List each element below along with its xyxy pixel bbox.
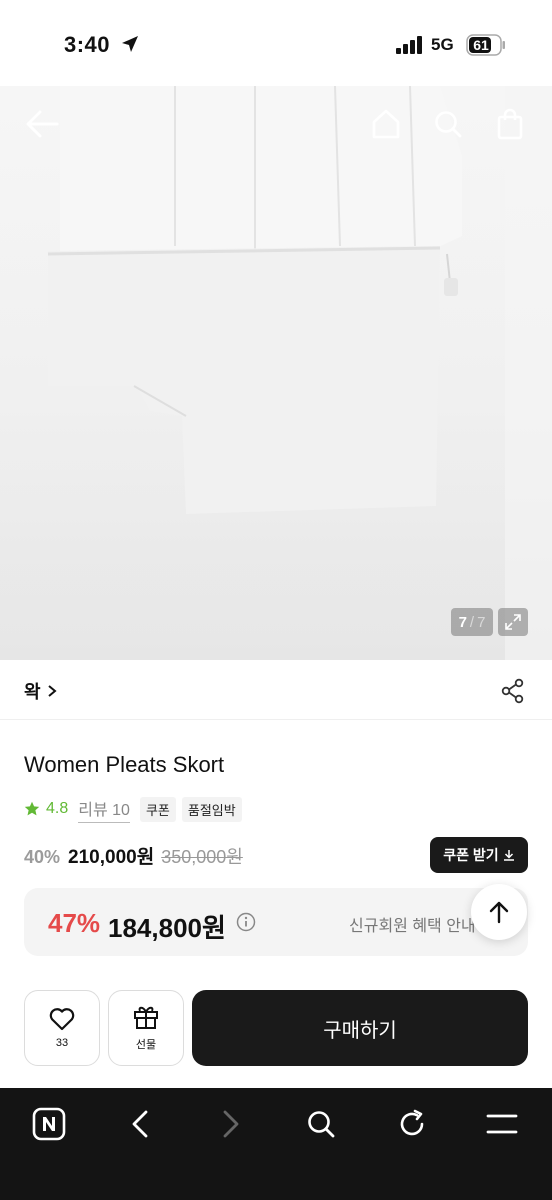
browser-back-button[interactable] xyxy=(118,1102,162,1146)
arrow-up-icon xyxy=(489,901,509,924)
brand-link[interactable]: 왁 xyxy=(24,678,57,704)
battery-icon: 61 xyxy=(466,34,506,56)
new-member-benefit-link[interactable]: 신규회원 혜택 안내 xyxy=(349,912,476,936)
member-benefit-box[interactable]: 47% 184,800원 신규회원 혜택 안내 xyxy=(24,888,528,956)
like-count: 33 xyxy=(55,1037,69,1049)
image-separator: / xyxy=(469,613,475,631)
original-price: 350,000원 xyxy=(161,847,243,867)
rating-value: 4.8 xyxy=(46,800,69,817)
discount-rate: 40% xyxy=(24,847,61,867)
product-title: Women Pleats Skort xyxy=(24,752,225,777)
coupon-button-label: 쿠폰 받기 xyxy=(443,847,499,863)
browser-toolbar xyxy=(0,1088,552,1200)
brand-name: 왁 xyxy=(24,682,41,702)
price-row: 40% 210,000원 350,000원 xyxy=(24,842,243,870)
back-arrow-icon xyxy=(26,110,59,138)
search-button[interactable] xyxy=(428,104,468,144)
like-button[interactable]: 33 xyxy=(24,990,100,1066)
refresh-button[interactable] xyxy=(390,1102,434,1146)
location-arrow-icon xyxy=(122,36,138,52)
image-index: 7 xyxy=(458,613,467,631)
expand-image-button[interactable] xyxy=(498,608,528,636)
sale-price: 210,000원 xyxy=(68,847,155,868)
product-image[interactable]: 7 / 7 xyxy=(0,86,552,660)
status-bar: 3:40 5G 61 xyxy=(0,0,552,86)
download-icon xyxy=(503,850,514,861)
chevron-right-icon xyxy=(47,685,57,697)
network-label: 5G xyxy=(431,35,454,54)
browser-search-icon xyxy=(308,1111,335,1138)
brand-row: 왁 xyxy=(0,660,552,720)
benefit-price: 184,800원 xyxy=(108,913,226,943)
browser-search-button[interactable] xyxy=(299,1102,343,1146)
gift-label: 선물 xyxy=(135,1039,157,1051)
product-photo xyxy=(0,86,552,660)
naver-home-button[interactable] xyxy=(27,1102,71,1146)
menu-icon xyxy=(486,1114,518,1134)
battery-level: 61 xyxy=(473,37,489,53)
cart-button[interactable] xyxy=(490,104,530,144)
share-button[interactable] xyxy=(498,676,528,706)
star-icon xyxy=(24,801,40,816)
info-icon[interactable] xyxy=(236,912,256,932)
image-counter: 7 / 7 xyxy=(451,608,493,636)
benefit-rate: 47% xyxy=(48,908,101,938)
gift-icon xyxy=(134,1006,158,1029)
menu-button[interactable] xyxy=(480,1102,524,1146)
coupon-badge: 쿠폰 xyxy=(139,796,176,822)
product-meta: 4.8 리뷰 10 쿠폰 품절임박 xyxy=(24,796,248,823)
signal-icon xyxy=(396,36,422,54)
buy-button[interactable]: 구매하기 xyxy=(192,990,528,1066)
scroll-top-button[interactable] xyxy=(471,884,527,940)
expand-icon xyxy=(505,614,521,630)
refresh-icon xyxy=(400,1109,424,1136)
status-time: 3:40 xyxy=(64,32,111,57)
low-stock-badge: 품절임박 xyxy=(181,796,242,822)
coupon-download-button[interactable]: 쿠폰 받기 xyxy=(430,837,528,873)
search-icon xyxy=(435,111,462,138)
naver-icon xyxy=(32,1107,66,1141)
home-icon xyxy=(372,109,400,139)
browser-forward-button[interactable] xyxy=(209,1102,253,1146)
browser-forward-icon xyxy=(223,1110,239,1138)
shopping-bag-icon xyxy=(497,108,523,140)
share-icon xyxy=(501,678,524,704)
home-button[interactable] xyxy=(366,104,406,144)
heart-icon xyxy=(49,1008,75,1031)
back-button[interactable] xyxy=(22,104,62,144)
image-total: 7 xyxy=(477,613,486,631)
gift-button[interactable]: 선물 xyxy=(108,990,184,1066)
review-link[interactable]: 리뷰 10 xyxy=(78,796,130,823)
browser-back-icon xyxy=(132,1110,148,1138)
